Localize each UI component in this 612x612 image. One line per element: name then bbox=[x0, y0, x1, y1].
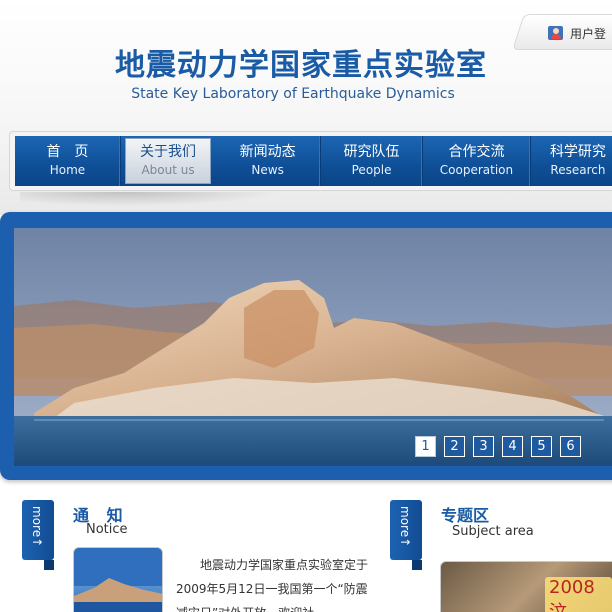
slide-button-2[interactable]: 2 bbox=[444, 436, 465, 457]
nav-item-people[interactable]: 研究队伍 People bbox=[321, 136, 424, 186]
nav-label-cn: 合作交流 bbox=[448, 144, 505, 160]
main-nav: 首 页 Home 关于我们 About us 新闻动态 News 研究队伍 Pe… bbox=[15, 136, 612, 186]
nav-item-about[interactable]: 关于我们 About us bbox=[124, 138, 212, 184]
slide-button-4[interactable]: 4 bbox=[502, 436, 523, 457]
nav-label-cn: 科学研究 bbox=[549, 144, 606, 160]
site-subtitle: State Key Laboratory of Earthquake Dynam… bbox=[131, 86, 455, 102]
tab-fold bbox=[44, 560, 54, 570]
subject-badge: 2008汶 bbox=[545, 577, 612, 612]
notice-subtitle: Notice bbox=[86, 522, 128, 537]
slide-pagination: 1 2 3 4 5 6 bbox=[415, 436, 581, 457]
notice-thumbnail[interactable] bbox=[73, 547, 163, 612]
nav-label-en: Cooperation bbox=[439, 163, 514, 177]
nav-label-en: People bbox=[351, 163, 392, 177]
nav-label-en: Research bbox=[550, 163, 606, 177]
subject-subtitle: Subject area bbox=[452, 524, 534, 539]
nav-shadow bbox=[20, 192, 280, 206]
more-label: more↑ bbox=[398, 506, 412, 548]
nav-item-research[interactable]: 科学研究 Research bbox=[531, 136, 612, 186]
nav-item-home[interactable]: 首 页 Home bbox=[15, 136, 121, 186]
slide-button-3[interactable]: 3 bbox=[473, 436, 494, 457]
notice-text: 地震动力学国家重点实验室定于2009年5月12日一我国第一个“防震减灾日”对外开… bbox=[176, 558, 369, 612]
nav-item-news[interactable]: 新闻动态 News bbox=[215, 136, 322, 186]
user-icon bbox=[548, 25, 564, 41]
notice-more-button[interactable]: more↑ bbox=[22, 500, 54, 560]
nav-item-cooperation[interactable]: 合作交流 Cooperation bbox=[423, 136, 531, 186]
subject-title: 专题区 bbox=[441, 506, 490, 525]
slide-button-1[interactable]: 1 bbox=[415, 436, 436, 457]
banner-image[interactable] bbox=[14, 228, 612, 466]
nav-label-cn: 关于我们 bbox=[140, 144, 197, 160]
nav-label-cn: 新闻动态 bbox=[239, 144, 296, 160]
more-label: more↑ bbox=[30, 506, 44, 548]
login-label[interactable]: 用户登 bbox=[570, 25, 606, 42]
slide-button-5[interactable]: 5 bbox=[531, 436, 552, 457]
nav-label-cn: 首 页 bbox=[46, 144, 89, 160]
nav-label-en: News bbox=[251, 163, 284, 177]
nav-label-en: Home bbox=[49, 163, 86, 177]
nav-label-en: About us bbox=[141, 163, 195, 177]
nav-label-cn: 研究队伍 bbox=[343, 144, 400, 160]
subject-more-button[interactable]: more↑ bbox=[390, 500, 422, 560]
tab-fold bbox=[412, 560, 422, 570]
site-title: 地震动力学国家重点实验室 bbox=[115, 48, 487, 83]
slide-button-6[interactable]: 6 bbox=[560, 436, 581, 457]
